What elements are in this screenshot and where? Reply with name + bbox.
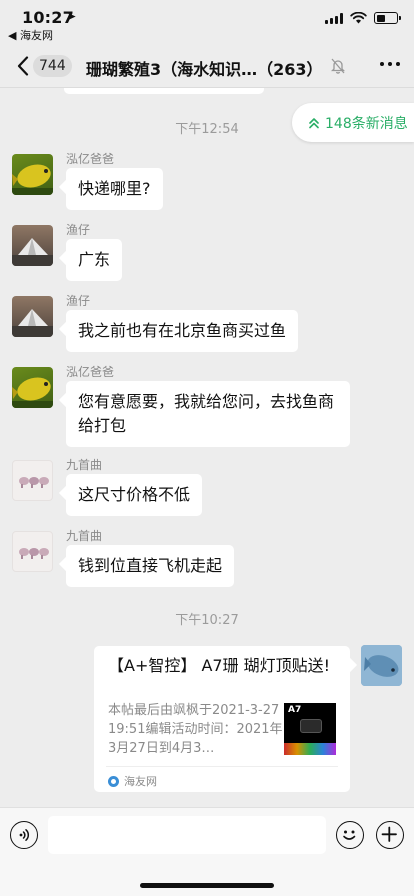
message-bubble[interactable]: 广东 xyxy=(66,239,123,281)
tent-illustration xyxy=(12,309,53,337)
timestamp: 下午10:27 xyxy=(175,613,239,628)
elephant-avatar[interactable] xyxy=(12,460,53,501)
message-bubble[interactable]: 快递哪里? xyxy=(66,168,163,210)
new-messages-button[interactable]: 148条新消息 xyxy=(292,103,414,142)
thumbnail-label: A7 xyxy=(288,705,302,715)
wifi-icon xyxy=(350,12,367,24)
chat-nav-bar: 744 珊瑚繁殖3（海水知识…（263） xyxy=(0,44,414,88)
message-bubble[interactable]: 您有意愿要，我就给您问，去找鱼商给打包 xyxy=(66,381,350,447)
message-bubble[interactable]: 我之前也有在北京鱼商买过鱼 xyxy=(66,310,299,352)
fish-illustration xyxy=(12,164,53,195)
sender-name: 九首曲 xyxy=(66,529,103,543)
sender-name: 泓亿爸爸 xyxy=(66,365,115,379)
sender-name: 渔仔 xyxy=(66,294,91,308)
sender-name: 泓亿爸爸 xyxy=(66,152,115,166)
sender-name: 渔仔 xyxy=(66,223,91,237)
back-to-app-link[interactable]: ◀ 海友网 xyxy=(8,27,53,43)
tent-illustration xyxy=(12,238,53,266)
location-arrow-icon: ➤ xyxy=(67,10,77,23)
elephant-illustration xyxy=(19,477,49,488)
more-dots-icon[interactable] xyxy=(380,62,400,66)
chevron-left-icon xyxy=(17,56,29,76)
more-functions-button[interactable] xyxy=(376,821,404,849)
home-indicator xyxy=(140,883,274,888)
chat-title[interactable]: 珊瑚繁殖3（海水知识…（263） xyxy=(86,56,323,80)
green-fish-avatar[interactable] xyxy=(12,154,53,195)
sender-name: 九首曲 xyxy=(66,458,103,472)
voice-icon xyxy=(19,829,30,841)
link-card-message[interactable]: 【A+智控】 A7珊 瑚灯顶贴送! 本帖最后由飒枫于2021-3-2719:51… xyxy=(94,646,350,792)
link-card-divider xyxy=(106,766,338,767)
voice-input-button[interactable] xyxy=(10,821,38,849)
fish-illustration xyxy=(12,377,53,408)
status-icons xyxy=(325,12,401,24)
link-card-source-label: 海友网 xyxy=(124,775,157,788)
cellular-signal-icon xyxy=(325,12,343,24)
my-avatar[interactable] xyxy=(361,645,402,686)
source-logo-icon xyxy=(108,775,119,787)
new-messages-label: 148条新消息 xyxy=(325,115,408,132)
link-card-title: 【A+智控】 A7珊 瑚灯顶贴送! xyxy=(108,656,331,675)
message-bubble[interactable]: 钱到位直接飞机走起 xyxy=(66,545,235,587)
elephant-illustration xyxy=(19,548,49,559)
message-input[interactable] xyxy=(48,816,326,854)
link-card-source: 海友网 xyxy=(108,773,157,789)
chat-input-bar xyxy=(0,807,414,896)
tent-avatar[interactable] xyxy=(12,225,53,266)
link-card-thumbnail: A7 xyxy=(284,703,336,755)
unread-count-badge[interactable]: 744 xyxy=(33,55,72,77)
green-fish-avatar[interactable] xyxy=(12,367,53,408)
message-bubble[interactable]: 这尺寸价格不低 xyxy=(66,474,203,516)
double-chevron-up-icon xyxy=(309,117,319,128)
fish-sketch-illustration xyxy=(361,645,402,686)
previous-message-bubble xyxy=(64,88,264,94)
link-card-description: 本帖最后由飒枫于2021-3-2719:51编辑活动时间：2021年3月27日到… xyxy=(108,703,283,756)
smiley-icon xyxy=(343,830,356,840)
bell-muted-icon xyxy=(331,58,345,74)
tent-avatar[interactable] xyxy=(12,296,53,337)
status-bar: 10:27 ➤ ◀ 海友网 xyxy=(0,0,414,44)
message-list[interactable]: 下午12:54 148条新消息 泓亿爸爸 快递哪里? 渔仔 广东 渔仔 我之前也… xyxy=(0,88,414,807)
elephant-avatar[interactable] xyxy=(12,531,53,572)
plus-icon xyxy=(381,826,397,842)
emoji-button[interactable] xyxy=(336,821,364,849)
battery-icon xyxy=(374,12,401,24)
battery-fill xyxy=(376,14,386,22)
